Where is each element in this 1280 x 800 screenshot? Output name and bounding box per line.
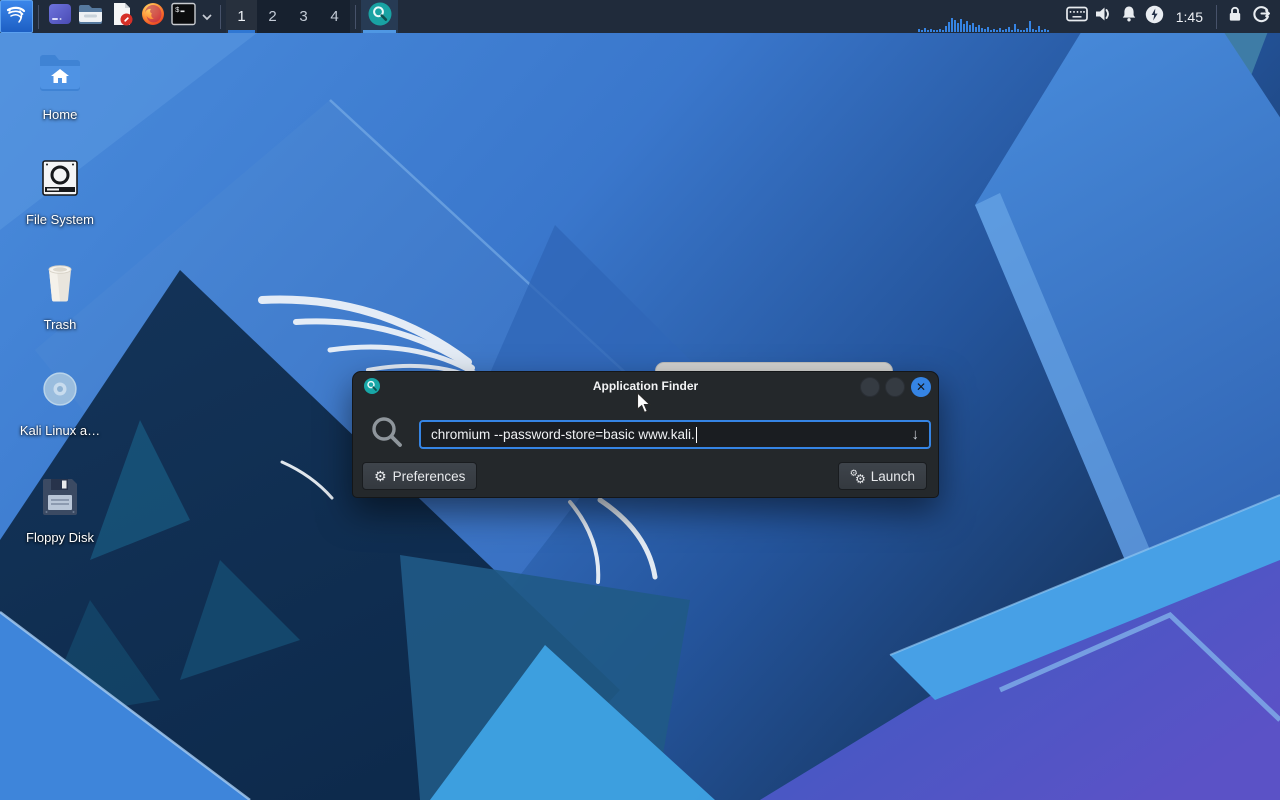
chevron-down-icon[interactable] xyxy=(199,0,215,33)
panel-separator xyxy=(220,5,221,29)
app-window-icon xyxy=(47,1,73,32)
desktop-icon-kali-cd[interactable]: Kali Linux a… xyxy=(10,368,110,438)
launcher-firefox[interactable] xyxy=(137,0,168,33)
search-icon xyxy=(370,415,404,454)
desktop-icon-label: Home xyxy=(10,107,110,122)
workspace-2[interactable]: 2 xyxy=(257,0,288,33)
text-caret xyxy=(696,427,698,443)
notifications-bell-icon xyxy=(1119,4,1139,29)
minimize-button[interactable] xyxy=(860,377,880,397)
volume-icon xyxy=(1093,4,1113,29)
trash-icon xyxy=(37,262,83,309)
preferences-label: Preferences xyxy=(393,469,466,484)
panel-separator xyxy=(38,5,39,29)
terminal-icon: $ xyxy=(170,1,197,32)
keyboard-icon xyxy=(1066,6,1088,27)
launcher-file-manager[interactable] xyxy=(75,0,106,33)
application-finder-window: Application Finder ✕ chromium --password… xyxy=(352,371,939,498)
optical-disc-icon xyxy=(37,368,83,415)
launcher-app-window[interactable] xyxy=(44,0,75,33)
clock[interactable]: 1:45 xyxy=(1168,9,1211,25)
search-input[interactable]: chromium --password-store=basic www.kali… xyxy=(419,420,931,449)
panel-separator xyxy=(1216,5,1217,29)
svg-text:$: $ xyxy=(175,7,180,15)
logout-icon xyxy=(1251,4,1272,30)
power-manager-icon xyxy=(1144,4,1165,30)
titlebar[interactable]: Application Finder ✕ xyxy=(353,372,938,400)
maximize-button[interactable] xyxy=(885,377,905,397)
desktop-icon-trash[interactable]: Trash xyxy=(10,262,110,332)
system-monitor-graph xyxy=(918,16,1062,32)
taskbar-application-finder[interactable] xyxy=(361,0,398,33)
firefox-icon xyxy=(140,1,166,32)
desktop-icon-file-system[interactable]: File System xyxy=(10,157,110,227)
lock-icon xyxy=(1225,4,1245,29)
panel-separator xyxy=(355,5,356,29)
preferences-button[interactable]: ⚙ Preferences xyxy=(362,462,477,490)
application-finder-icon xyxy=(367,1,393,32)
floppy-disk-icon xyxy=(37,475,83,522)
launch-label: Launch xyxy=(871,469,915,484)
file-manager-icon xyxy=(77,1,104,32)
desktop-icon-label: Kali Linux a… xyxy=(10,423,110,438)
lock-screen-button[interactable] xyxy=(1222,0,1248,33)
close-button[interactable]: ✕ xyxy=(911,377,931,397)
search-input-text: chromium --password-store=basic www.kali… xyxy=(431,427,695,442)
run-gears-icon: ⚙⚙ xyxy=(850,469,865,484)
keyboard-tray-button[interactable] xyxy=(1064,0,1090,33)
desktop-icon-label: Trash xyxy=(10,317,110,332)
workspace-3[interactable]: 3 xyxy=(288,0,319,33)
window-title: Application Finder xyxy=(353,372,938,400)
desktop-icon-floppy[interactable]: Floppy Disk xyxy=(10,475,110,545)
text-editor-icon xyxy=(109,1,135,32)
workspace-4[interactable]: 4 xyxy=(319,0,350,33)
notifications-tray-button[interactable] xyxy=(1116,0,1142,33)
volume-tray-button[interactable] xyxy=(1090,0,1116,33)
applications-menu-button[interactable] xyxy=(0,0,33,33)
top-panel: $ 1 2 3 4 xyxy=(0,0,1280,33)
power-manager-tray-button[interactable] xyxy=(1142,0,1168,33)
desktop-icon-label: File System xyxy=(10,212,110,227)
launcher-text-editor[interactable] xyxy=(106,0,137,33)
history-dropdown-icon[interactable]: ↓ xyxy=(912,427,920,442)
desktop-icon-home[interactable]: Home xyxy=(10,52,110,122)
home-folder-icon xyxy=(37,52,83,99)
launch-button[interactable]: ⚙⚙ Launch xyxy=(838,462,927,490)
workspace-switcher: 1 2 3 4 xyxy=(226,0,350,33)
kali-menu-icon xyxy=(4,2,29,32)
system-monitor[interactable] xyxy=(916,0,1064,33)
file-system-drive-icon xyxy=(37,157,83,204)
launcher-terminal[interactable]: $ xyxy=(168,0,199,33)
gear-icon: ⚙ xyxy=(374,469,387,483)
workspace-1[interactable]: 1 xyxy=(226,0,257,33)
logout-button[interactable] xyxy=(1248,0,1274,33)
desktop-icon-label: Floppy Disk xyxy=(10,530,110,545)
